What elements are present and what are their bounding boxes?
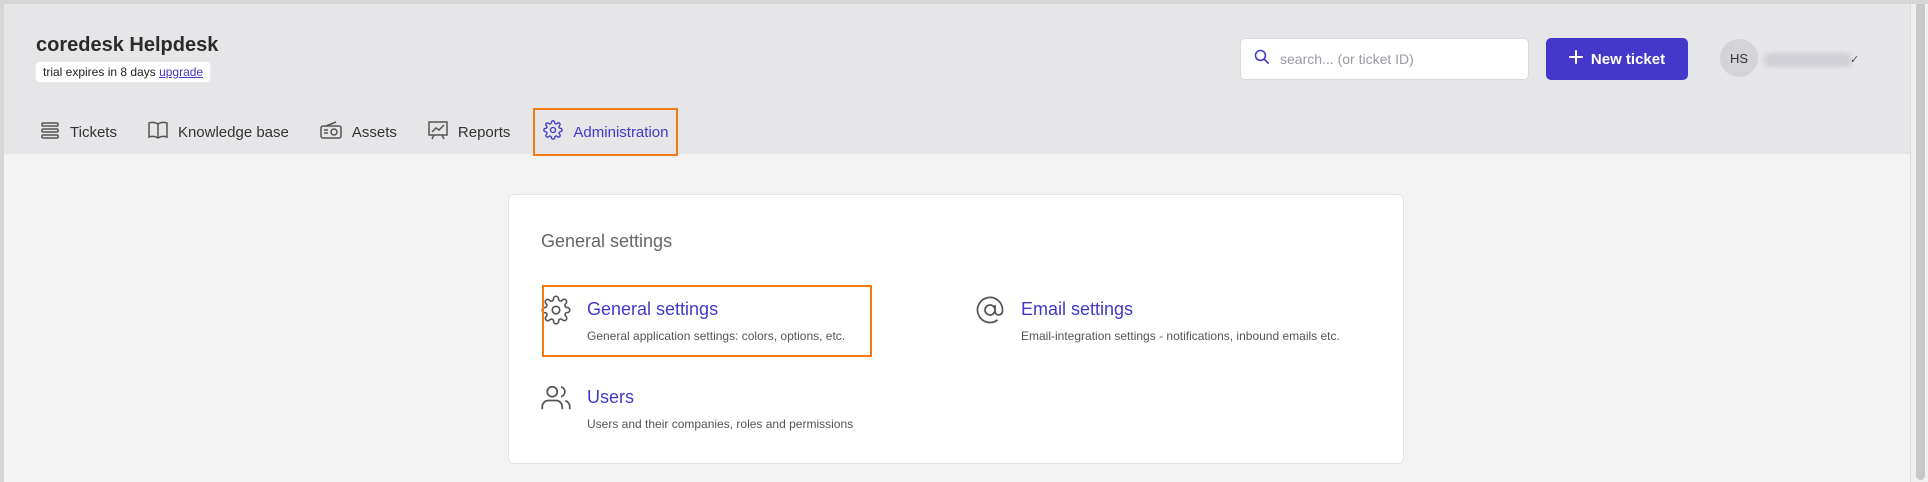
new-ticket-label: New ticket [1590, 50, 1666, 68]
nav-label-administration: Administration [573, 123, 669, 141]
new-ticket-button[interactable]: New ticket [1546, 38, 1688, 80]
email-settings-link[interactable]: Email settings [1021, 299, 1340, 320]
chart-icon [428, 120, 448, 144]
main-nav: Tickets Knowledge base Assets Reports Ad… [32, 108, 693, 156]
scrollbar-thumb[interactable] [1916, 2, 1925, 480]
radio-icon [320, 121, 342, 143]
highlight-box [542, 285, 872, 357]
trial-badge: trial expires in 8 days upgrade [36, 62, 211, 82]
nav-label-assets: Assets [351, 123, 397, 141]
nav-item-reports[interactable]: Reports [420, 108, 519, 156]
nav-item-knowledge-base[interactable]: Knowledge base [140, 108, 297, 156]
users-desc: Users and their companies, roles and per… [587, 417, 854, 431]
avatar[interactable]: HS [1720, 39, 1758, 77]
nav-item-administration[interactable]: Administration [533, 108, 679, 156]
gear-icon [543, 120, 564, 144]
setting-email[interactable]: Email settings Email-integration setting… [975, 295, 1340, 343]
chevron-down-icon[interactable]: ✓ [1850, 53, 1859, 66]
nav-label-reports: Reports [457, 123, 511, 141]
setting-users[interactable]: Users Users and their companies, roles a… [541, 383, 853, 431]
search-input[interactable] [1280, 51, 1510, 67]
trial-text: trial expires in 8 days [43, 65, 156, 79]
settings-card: General settings General settings Genera… [508, 194, 1404, 464]
users-icon [541, 383, 573, 415]
section-title: General settings [541, 231, 673, 251]
at-icon [975, 295, 1007, 327]
upgrade-link[interactable]: upgrade [159, 65, 203, 79]
top-header: coredesk Helpdesk trial expires in 8 day… [4, 4, 1910, 156]
search-box[interactable] [1240, 38, 1529, 80]
vertical-scrollbar[interactable] [1910, 0, 1928, 482]
search-icon [1253, 48, 1270, 70]
users-link[interactable]: Users [587, 387, 853, 408]
plus-icon [1568, 50, 1583, 68]
nav-label-tickets: Tickets [70, 123, 117, 141]
email-settings-desc: Email-integration settings - notificatio… [1021, 329, 1340, 343]
nav-item-tickets[interactable]: Tickets [32, 108, 125, 156]
username-blurred[interactable] [1764, 53, 1852, 67]
tickets-icon [40, 121, 60, 143]
nav-item-assets[interactable]: Assets [312, 108, 405, 156]
book-icon [148, 121, 168, 143]
nav-label-knowledge-base: Knowledge base [177, 123, 289, 141]
brand-title: coredesk Helpdesk [36, 34, 219, 56]
